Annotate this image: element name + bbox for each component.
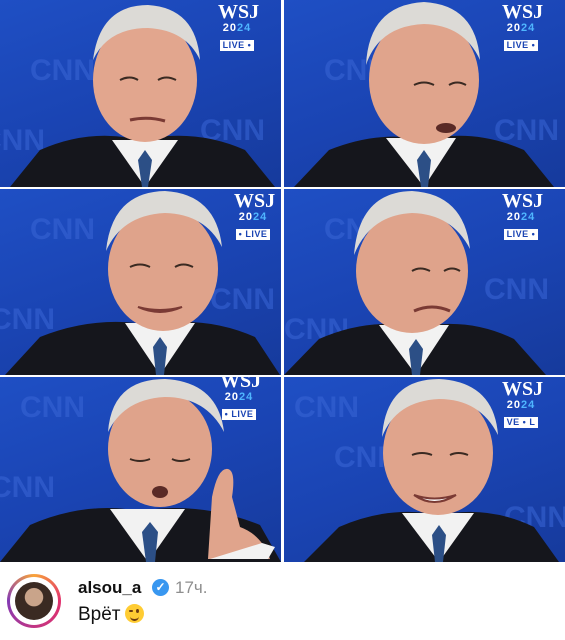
wsj-logo-text: WSJ [234, 190, 276, 212]
wsj-2024-live-bug: WSJ 2024 LIVE • [502, 1, 544, 53]
wsj-logo-text: WSJ [220, 377, 262, 392]
live-badge: LIVE • [503, 40, 539, 51]
wsj-2024-live-bug: WSJ 2024 LIVE • [502, 190, 544, 242]
caption-text: Врёт [78, 604, 144, 626]
avatar-ring-inner [10, 577, 58, 625]
debate-frame-1: CNN CNN CNN WSJ 2024 LIVE • [0, 0, 281, 187]
wsj-logo-text: WSJ [502, 190, 544, 212]
debate-frame-5: CNN CNN WSJ 2024 • LIVE [0, 377, 281, 562]
debate-frame-4: CNN CNN CNN WSJ 2024 LIVE • [284, 189, 565, 375]
debate-frame-6: CNN CNN CNN WSJ 2024 VE • L [284, 377, 565, 562]
debate-frame-2: CNN CNN WSJ 2024 LIVE • [284, 0, 565, 187]
wsj-logo-text: WSJ [218, 1, 260, 23]
live-badge: VE • L [503, 417, 539, 428]
verified-badge-icon: ✓ [152, 579, 169, 596]
live-badge: • LIVE [235, 229, 271, 240]
meme-collage: CNN CNN CNN WSJ 2024 LIVE • CNN CNN [0, 0, 565, 562]
avatar[interactable] [7, 574, 61, 628]
username[interactable]: alsou_a [78, 578, 141, 598]
wsj-logo-text: WSJ [502, 378, 544, 400]
wsj-2024-live-bug: WSJ 2024 • LIVE [234, 190, 276, 242]
year-label: 2024 [238, 211, 268, 223]
live-badge: LIVE • [219, 40, 255, 51]
post-time: 17ч. [175, 578, 208, 597]
year-label: 2024 [222, 22, 252, 34]
wsj-2024-live-bug: WSJ 2024 VE • L [502, 378, 544, 430]
post-caption-bar [0, 562, 565, 640]
winking-face-emoji-icon [124, 604, 144, 623]
live-badge: LIVE • [503, 229, 539, 240]
wsj-logo-text: WSJ [502, 1, 544, 23]
year-label: 2024 [224, 391, 254, 403]
avatar-photo [15, 582, 53, 620]
year-label: 2024 [506, 211, 536, 223]
year-label: 2024 [506, 399, 536, 411]
year-label: 2024 [506, 22, 536, 34]
caption-message: Врёт [78, 604, 121, 625]
live-badge: • LIVE [221, 409, 257, 420]
wsj-2024-live-bug: WSJ 2024 • LIVE [220, 377, 262, 422]
debate-frame-3: CNN CNN CNN WSJ 2024 • LIVE [0, 189, 281, 375]
wsj-2024-live-bug: WSJ 2024 LIVE • [218, 1, 260, 53]
